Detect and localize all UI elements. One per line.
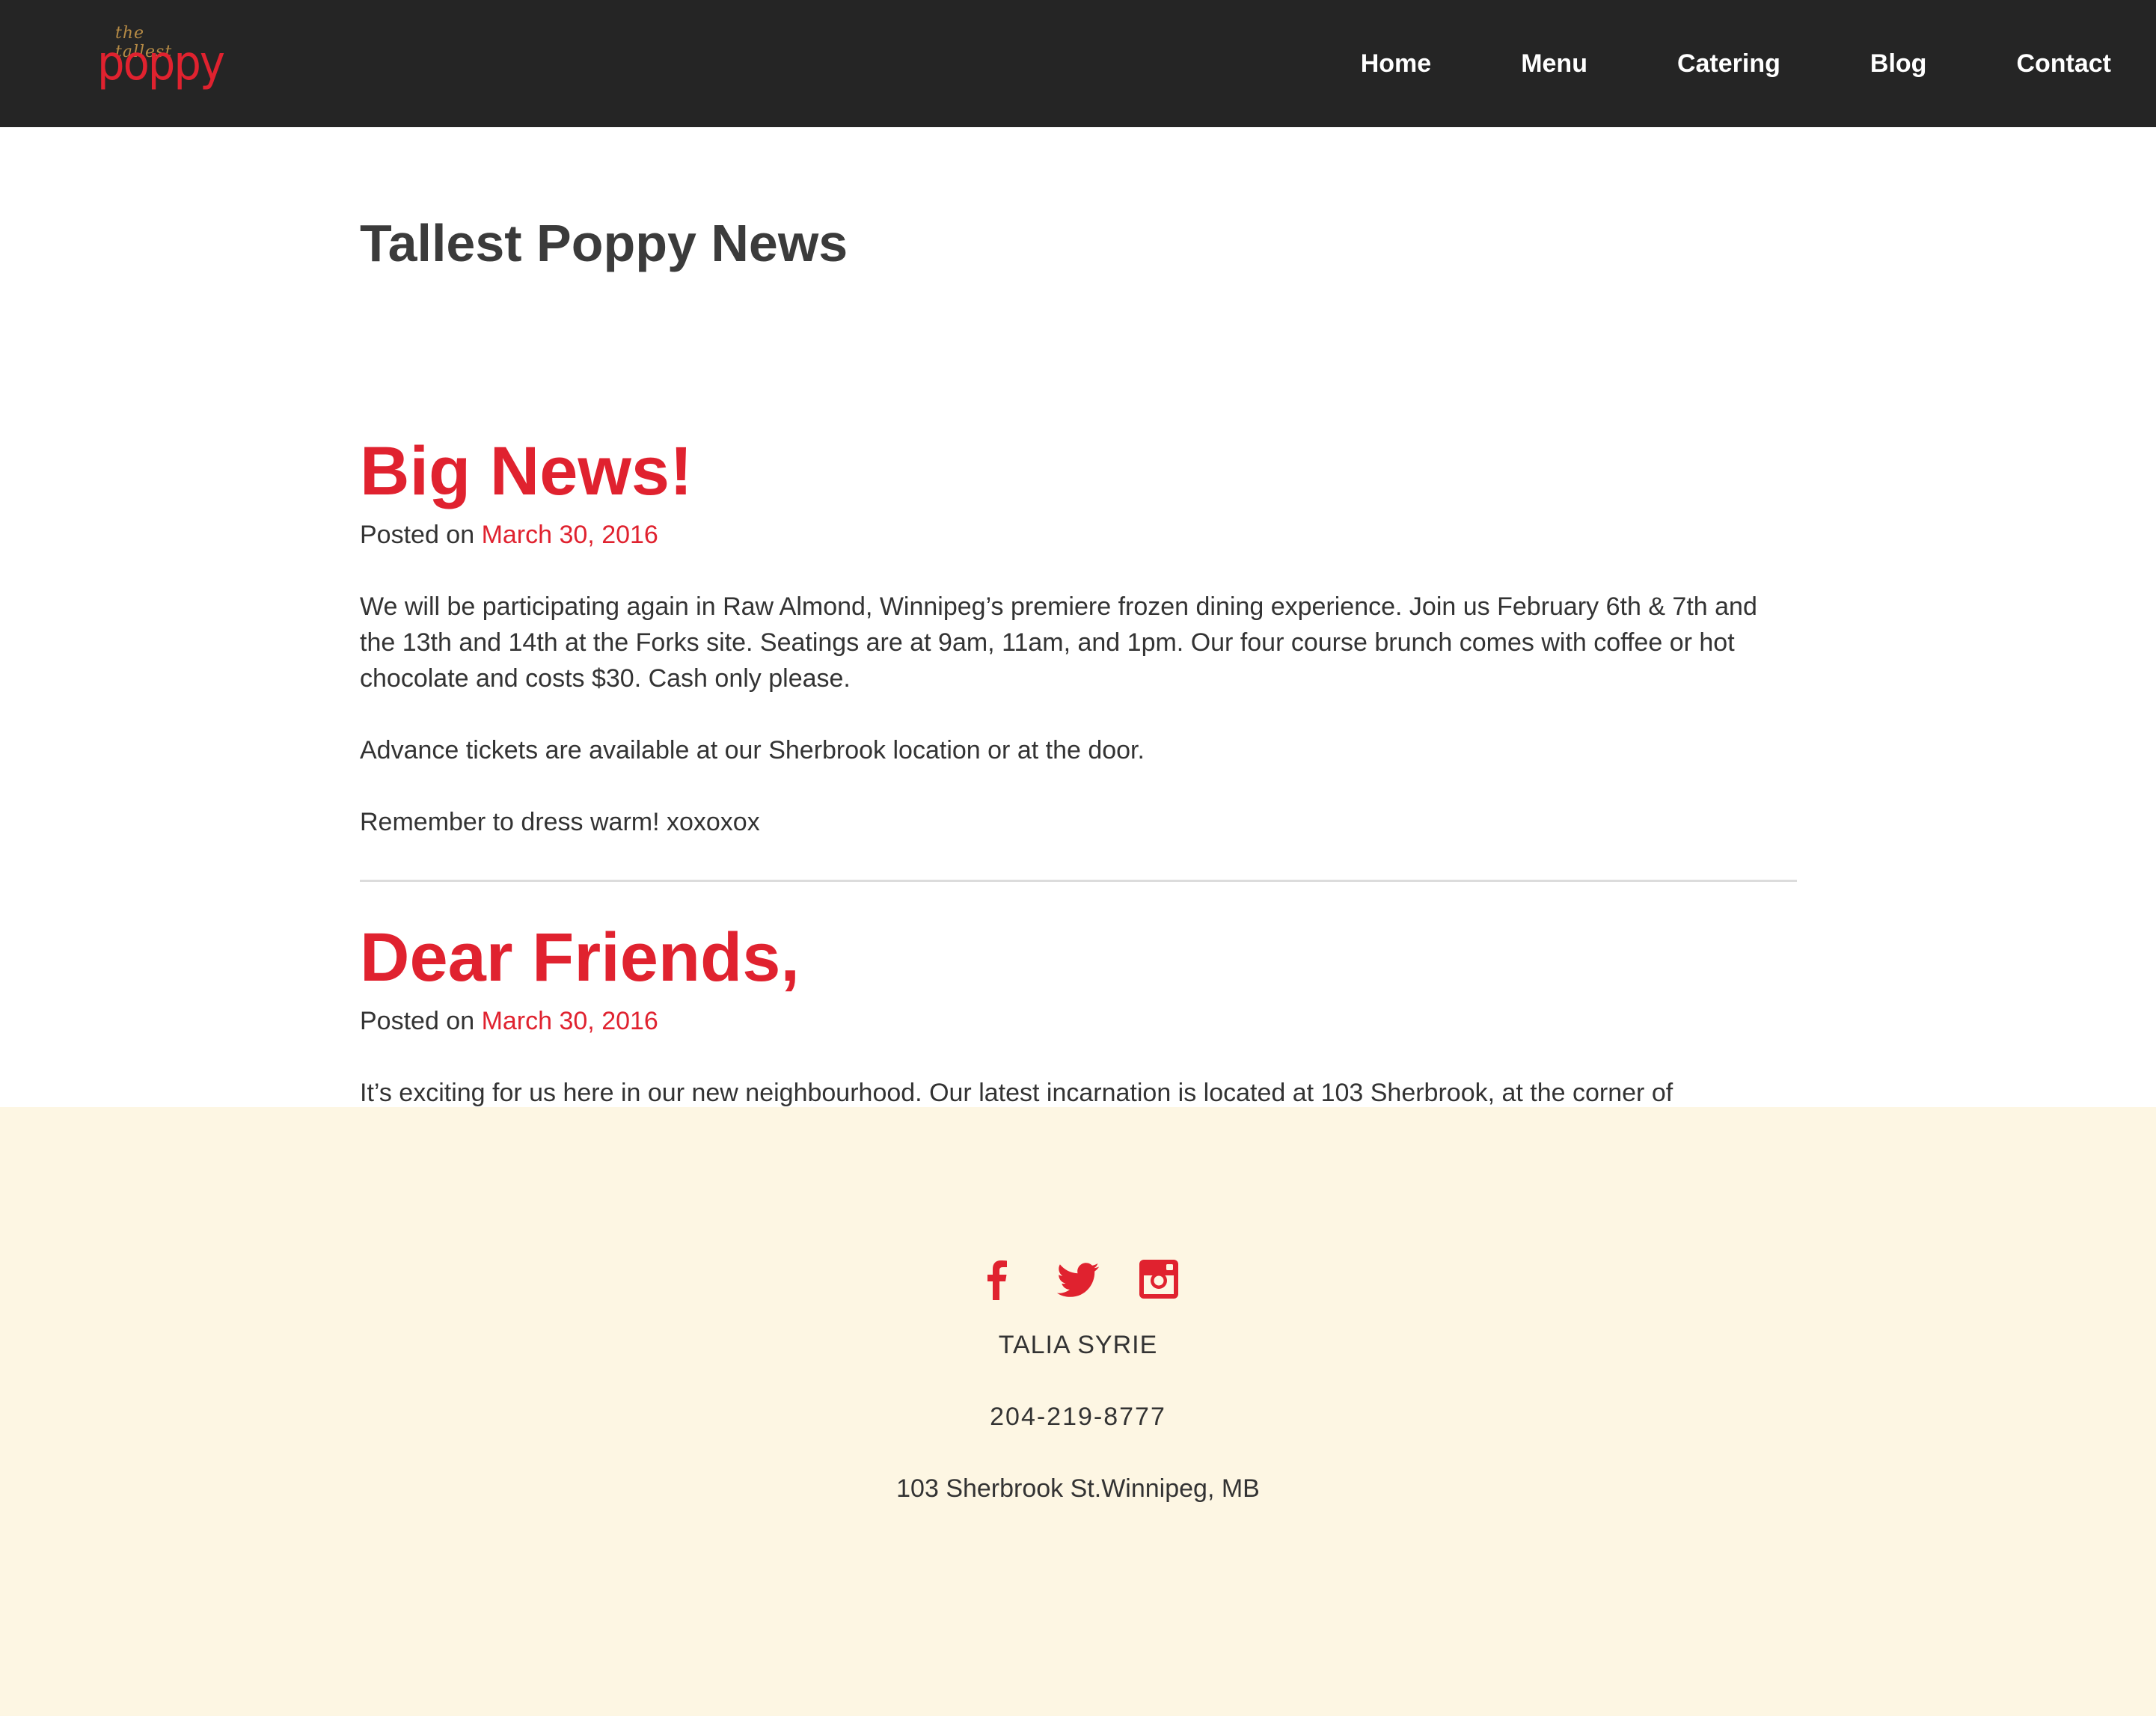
logo-wordmark: poppy xyxy=(97,36,225,91)
post-title[interactable]: Big News! xyxy=(360,430,1797,512)
post-paragraph: We will be participating again in Raw Al… xyxy=(360,592,1757,693)
social-links xyxy=(0,1257,2156,1302)
post-divider xyxy=(360,880,1797,882)
footer-address: 103 Sherbrook St.Winnipeg, MB xyxy=(896,1474,1260,1503)
nav-catering[interactable]: Catering xyxy=(1677,49,1780,79)
site-header: the tallest poppy Home Menu Catering Blo… xyxy=(0,0,2156,127)
post-paragraph: Remember to dress warm! xoxoxox xyxy=(360,808,760,836)
post-body: We will be participating again in Raw Al… xyxy=(360,589,1797,840)
site-logo[interactable]: the tallest poppy xyxy=(97,21,225,96)
page-title: Tallest Poppy News xyxy=(360,214,848,272)
twitter-icon[interactable] xyxy=(1056,1257,1100,1302)
post-title[interactable]: Dear Friends, xyxy=(360,916,1797,999)
blog-post: Big News! Posted on March 30, 2016 We wi… xyxy=(360,430,1797,840)
main-content: Tallest Poppy News Big News! Posted on M… xyxy=(0,127,2156,1189)
post-meta: Posted on March 30, 2016 xyxy=(360,518,1797,551)
posted-on-label: Posted on xyxy=(360,1007,475,1035)
post-meta: Posted on March 30, 2016 xyxy=(360,1005,1797,1038)
nav-blog[interactable]: Blog xyxy=(1870,49,1927,79)
footer-name: TALIA SYRIE xyxy=(998,1331,1158,1359)
footer-phone: 204-219-8777 xyxy=(990,1403,1166,1431)
nav-menu[interactable]: Menu xyxy=(1521,49,1587,79)
post-date-link[interactable]: March 30, 2016 xyxy=(482,1007,658,1035)
post-paragraph: Advance tickets are available at our She… xyxy=(360,736,1145,764)
posted-on-label: Posted on xyxy=(360,521,475,549)
nav-home[interactable]: Home xyxy=(1361,49,1431,79)
post-date-link[interactable]: March 30, 2016 xyxy=(482,521,658,549)
main-nav: Home Menu Catering Blog Contact xyxy=(1271,0,2111,127)
instagram-icon[interactable] xyxy=(1136,1257,1181,1302)
site-footer: TALIA SYRIE 204-219-8777 103 Sherbrook S… xyxy=(0,1107,2156,1716)
nav-contact[interactable]: Contact xyxy=(2016,49,2111,79)
facebook-icon[interactable] xyxy=(975,1257,1020,1302)
